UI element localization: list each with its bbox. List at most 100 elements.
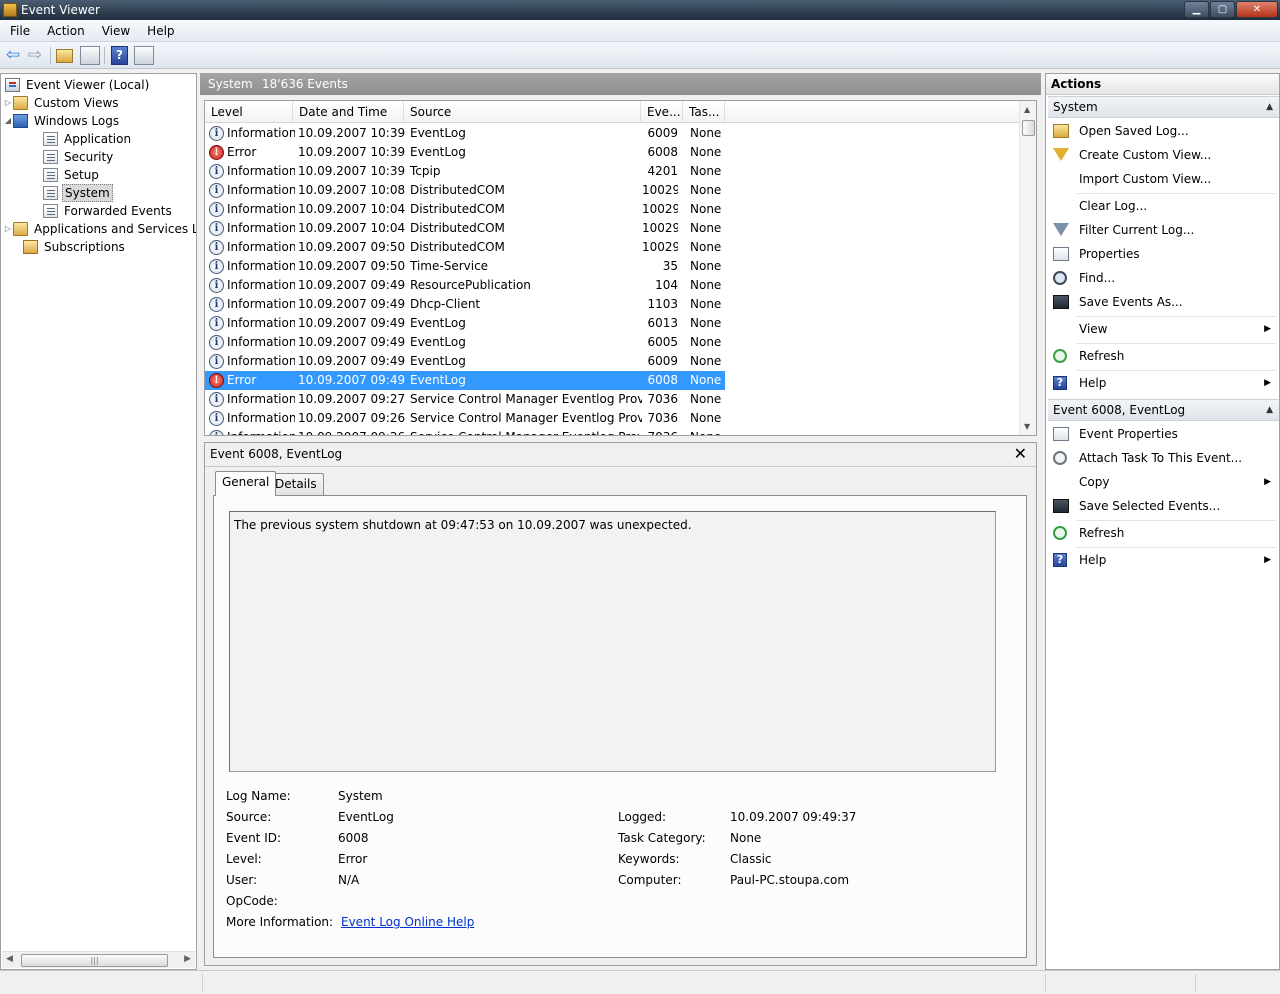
tree-node-event-viewer-local-[interactable]: Event Viewer (Local): [5, 76, 196, 94]
table-row[interactable]: iInformation10.09.2007 09:27:14 Service C…: [205, 390, 725, 409]
help-icon[interactable]: ?: [111, 46, 128, 65]
tab-general[interactable]: General: [215, 471, 277, 496]
action-label: Copy: [1079, 475, 1110, 489]
tab-details[interactable]: Details: [268, 473, 324, 496]
table-row[interactable]: iInformation10.09.2007 10:08:17 Distribut…: [205, 181, 725, 200]
column-header-event-id[interactable]: Eve...: [641, 101, 683, 123]
table-row[interactable]: iInformation10.09.2007 09:50:06 Distribut…: [205, 238, 725, 257]
column-header-level[interactable]: Level: [205, 101, 293, 123]
close-button[interactable]: ✕: [1236, 1, 1278, 18]
action-filter-current-log[interactable]: Filter Current Log...: [1048, 219, 1279, 241]
table-row[interactable]: !Error 10.09.2007 10:39:17 EventLog 6008 Non…: [205, 143, 725, 162]
cell-date: 10.09.2007 09:50:00: [298, 259, 406, 273]
back-arrow-icon[interactable]: ⇦: [3, 46, 23, 65]
menu-action[interactable]: Action: [40, 24, 92, 38]
show-hide-tree-icon[interactable]: [80, 46, 100, 65]
action-label: Properties: [1079, 247, 1140, 261]
forward-arrow-icon[interactable]: ⇨: [25, 46, 45, 65]
scroll-thumb[interactable]: |||: [21, 954, 168, 967]
action-help[interactable]: ? Help ▶: [1048, 372, 1279, 394]
tree-node-applications-and-services-lo[interactable]: ▷ Applications and Services Lo: [5, 220, 196, 238]
tree-node-forwarded-events[interactable]: Forwarded Events: [43, 202, 196, 220]
menu-file[interactable]: File: [3, 24, 37, 38]
action-find[interactable]: Find...: [1048, 267, 1279, 289]
menu-view[interactable]: View: [95, 24, 137, 38]
action-event-properties[interactable]: Event Properties: [1048, 423, 1279, 445]
expander-icon[interactable]: ▷: [3, 94, 13, 112]
action-clear-log[interactable]: Clear Log...: [1048, 195, 1279, 217]
cell-task: None: [690, 297, 722, 311]
action-help[interactable]: ? Help ▶: [1048, 549, 1279, 571]
tree-horizontal-scrollbar[interactable]: ◀ ||| ▶: [2, 951, 195, 968]
cell-id: 7036: [642, 428, 678, 435]
table-row[interactable]: iInformation10.09.2007 09:26:19 Service C…: [205, 409, 725, 428]
tree-node-system[interactable]: System: [43, 184, 196, 202]
folder-up-icon[interactable]: [56, 49, 73, 63]
table-row[interactable]: iInformation10.09.2007 09:49:37 EventLog 6…: [205, 333, 725, 352]
scroll-up-arrow-icon[interactable]: ▲: [1024, 105, 1030, 114]
actions-section-header[interactable]: System ▲: [1048, 96, 1279, 118]
scroll-left-arrow-icon[interactable]: ◀: [6, 954, 13, 964]
cell-date: 10.09.2007 09:49:47: [298, 278, 406, 292]
table-row[interactable]: iInformation10.09.2007 10:39:10 Tcpip 4201…: [205, 162, 725, 181]
action-properties[interactable]: Properties: [1048, 243, 1279, 265]
collapse-icon[interactable]: ▲: [1266, 400, 1273, 421]
collapse-icon[interactable]: ▲: [1266, 97, 1273, 118]
tree-node-setup[interactable]: Setup: [43, 166, 196, 184]
table-row[interactable]: iInformation10.09.2007 10:04:50 Distribut…: [205, 200, 725, 219]
tree-node-application[interactable]: Application: [43, 130, 196, 148]
table-row[interactable]: iInformation10.09.2007 09:50:00 Time-Serv…: [205, 257, 725, 276]
column-header-task-category[interactable]: Tas...: [683, 101, 725, 123]
action-import-custom-view[interactable]: Import Custom View...: [1048, 168, 1279, 190]
action-copy[interactable]: Copy ▶: [1048, 471, 1279, 493]
action-open-saved-log[interactable]: Open Saved Log...: [1048, 120, 1279, 142]
cell-level: Information: [227, 335, 295, 349]
grid-vertical-scrollbar[interactable]: ▲ ▼: [1019, 101, 1036, 435]
scroll-right-arrow-icon[interactable]: ▶: [184, 954, 191, 964]
action-attach-task-to-this-event[interactable]: Attach Task To This Event...: [1048, 447, 1279, 469]
detail-title: Event 6008, EventLog: [210, 447, 343, 461]
field-label: Event ID:: [226, 831, 282, 845]
table-row[interactable]: iInformation10.09.2007 10:39:17 EventLog 6…: [205, 124, 725, 143]
error-icon: !: [209, 373, 224, 388]
column-header-date[interactable]: Date and Time: [293, 101, 404, 123]
minimize-button[interactable]: ▁: [1184, 1, 1209, 18]
expander-icon[interactable]: ◢: [3, 112, 13, 130]
action-refresh[interactable]: Refresh: [1048, 345, 1279, 367]
cell-date: 10.09.2007 10:39:10: [298, 164, 406, 178]
action-refresh[interactable]: Refresh: [1048, 522, 1279, 544]
actions-section-header[interactable]: Event 6008, EventLog ▲: [1048, 399, 1279, 421]
table-row[interactable]: iInformation10.09.2007 09:49:42 Dhcp-Clie…: [205, 295, 725, 314]
cell-date: 10.09.2007 09:49:37: [298, 373, 406, 387]
tree-node-subscriptions[interactable]: Subscriptions: [23, 238, 196, 256]
tree-node-security[interactable]: Security: [43, 148, 196, 166]
information-icon: i: [209, 183, 224, 198]
table-row[interactable]: iInformation10.09.2007 10:04:42 Distribut…: [205, 219, 725, 238]
table-row[interactable]: !Error 10.09.2007 09:49:37 EventLog 6008 Non…: [205, 371, 725, 390]
column-header-source[interactable]: Source: [404, 101, 641, 123]
tree-node-custom-views[interactable]: ▷ Custom Views: [5, 94, 196, 112]
table-row[interactable]: iInformation10.09.2007 09:49:37 EventLog 6…: [205, 314, 725, 333]
toolbar: ⇦ ⇨ ?: [0, 42, 1280, 69]
action-save-events-as[interactable]: Save Events As...: [1048, 291, 1279, 313]
actions-divider: [1076, 520, 1276, 521]
close-icon[interactable]: ✕: [1014, 444, 1027, 463]
event-log-online-help-link[interactable]: Event Log Online Help: [341, 915, 474, 929]
detail-separator: [205, 466, 1036, 467]
action-view[interactable]: View ▶: [1048, 318, 1279, 340]
show-hide-action-pane-icon[interactable]: [134, 46, 154, 65]
table-row[interactable]: iInformation10.09.2007 09:49:37 EventLog 6…: [205, 352, 725, 371]
action-save-selected-events[interactable]: Save Selected Events...: [1048, 495, 1279, 517]
actions-divider: [1076, 370, 1276, 371]
table-row[interactable]: iInformation10.09.2007 09:49:47 ResourceP…: [205, 276, 725, 295]
menu-help[interactable]: Help: [140, 24, 181, 38]
event-description[interactable]: The previous system shutdown at 09:47:53…: [229, 511, 996, 772]
tree-node-windows-logs[interactable]: ◢ Windows Logs: [5, 112, 196, 130]
table-row[interactable]: iInformation10.09.2007 09:26:24 Service C…: [205, 428, 725, 435]
action-create-custom-view[interactable]: Create Custom View...: [1048, 144, 1279, 166]
scroll-thumb[interactable]: [1022, 120, 1035, 136]
maximize-button[interactable]: ▢: [1210, 1, 1235, 18]
scroll-down-arrow-icon[interactable]: ▼: [1024, 422, 1030, 431]
action-label: Open Saved Log...: [1079, 124, 1189, 138]
expander-icon[interactable]: ▷: [3, 220, 13, 238]
